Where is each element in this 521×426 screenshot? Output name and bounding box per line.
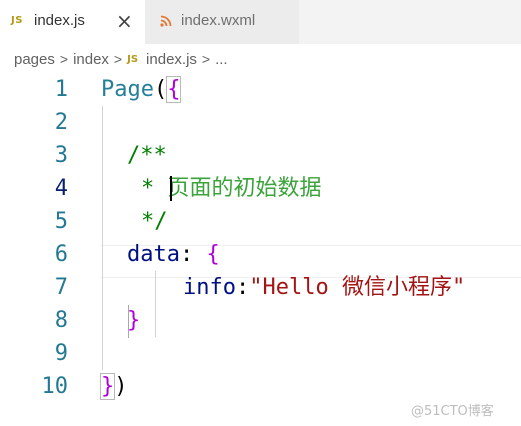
- tab-bar-empty-space: [299, 0, 521, 44]
- property-key: info: [183, 275, 236, 300]
- breadcrumb-item-pages[interactable]: pages: [14, 51, 55, 68]
- line-number: 3: [54, 143, 68, 168]
- string-literal: "Hello 微信小程序": [249, 275, 466, 300]
- code-line-4: * 页面的初始数据: [141, 172, 322, 205]
- tab-label: index.wxml: [181, 12, 256, 29]
- line-number: 8: [54, 308, 68, 333]
- editor-tab-bar: JS index.js × index.wxml: [0, 0, 521, 44]
- code-line-10: }): [99, 370, 128, 403]
- chevron-right-icon: >: [113, 51, 123, 67]
- brace-close: }: [99, 373, 116, 400]
- tab-index-js[interactable]: JS index.js ×: [0, 0, 145, 44]
- code-editor[interactable]: 1 2 3 4 5 6 7 8 9 10 Page({ /** * 页面的初始数…: [0, 73, 521, 426]
- text-cursor: [170, 176, 172, 201]
- code-line-6: data: {: [127, 238, 220, 271]
- paren-open: (: [153, 77, 168, 102]
- js-icon: JS: [11, 15, 23, 26]
- line-number: 9: [54, 341, 68, 366]
- code-line-1: Page({: [101, 73, 182, 106]
- breadcrumb-item-symbols[interactable]: ...: [215, 51, 228, 68]
- paren-close: ): [114, 374, 128, 399]
- comment-text: 页面的初始数据: [167, 176, 322, 201]
- indent-guide: [155, 271, 156, 337]
- tab-label: index.js: [34, 12, 85, 29]
- watermark: @51CTO博客: [411, 404, 494, 419]
- close-icon[interactable]: ×: [116, 10, 133, 32]
- js-icon: JS: [127, 53, 139, 65]
- line-number: 7: [54, 275, 68, 300]
- line-number-active: 4: [54, 176, 68, 201]
- line-number: 6: [54, 242, 68, 267]
- line-number: 10: [41, 374, 69, 399]
- brace-open: {: [206, 242, 220, 267]
- breadcrumb-item-file[interactable]: index.js: [146, 51, 197, 68]
- breadcrumb: pages > index > JS index.js > ...: [14, 48, 228, 70]
- line-number: 1: [54, 77, 68, 102]
- colon: :: [179, 242, 207, 267]
- comment-star: *: [141, 176, 168, 201]
- code-line-8: }: [127, 308, 141, 333]
- property-key: data: [127, 242, 180, 267]
- chevron-right-icon: >: [201, 51, 211, 67]
- rss-icon: [160, 15, 172, 27]
- line-number: 2: [54, 110, 68, 135]
- brace-open: {: [166, 76, 182, 103]
- code-line-3: /**: [127, 143, 167, 168]
- breadcrumb-item-index[interactable]: index: [73, 51, 109, 68]
- line-number: 5: [54, 209, 68, 234]
- tab-index-wxml[interactable]: index.wxml: [145, 0, 299, 44]
- function-name: Page: [101, 77, 154, 102]
- colon: :: [235, 275, 250, 300]
- chevron-right-icon: >: [59, 51, 69, 67]
- code-line-5: */: [141, 209, 168, 234]
- code-line-7: info:"Hello 微信小程序": [183, 271, 465, 304]
- indent-guide: [102, 106, 103, 370]
